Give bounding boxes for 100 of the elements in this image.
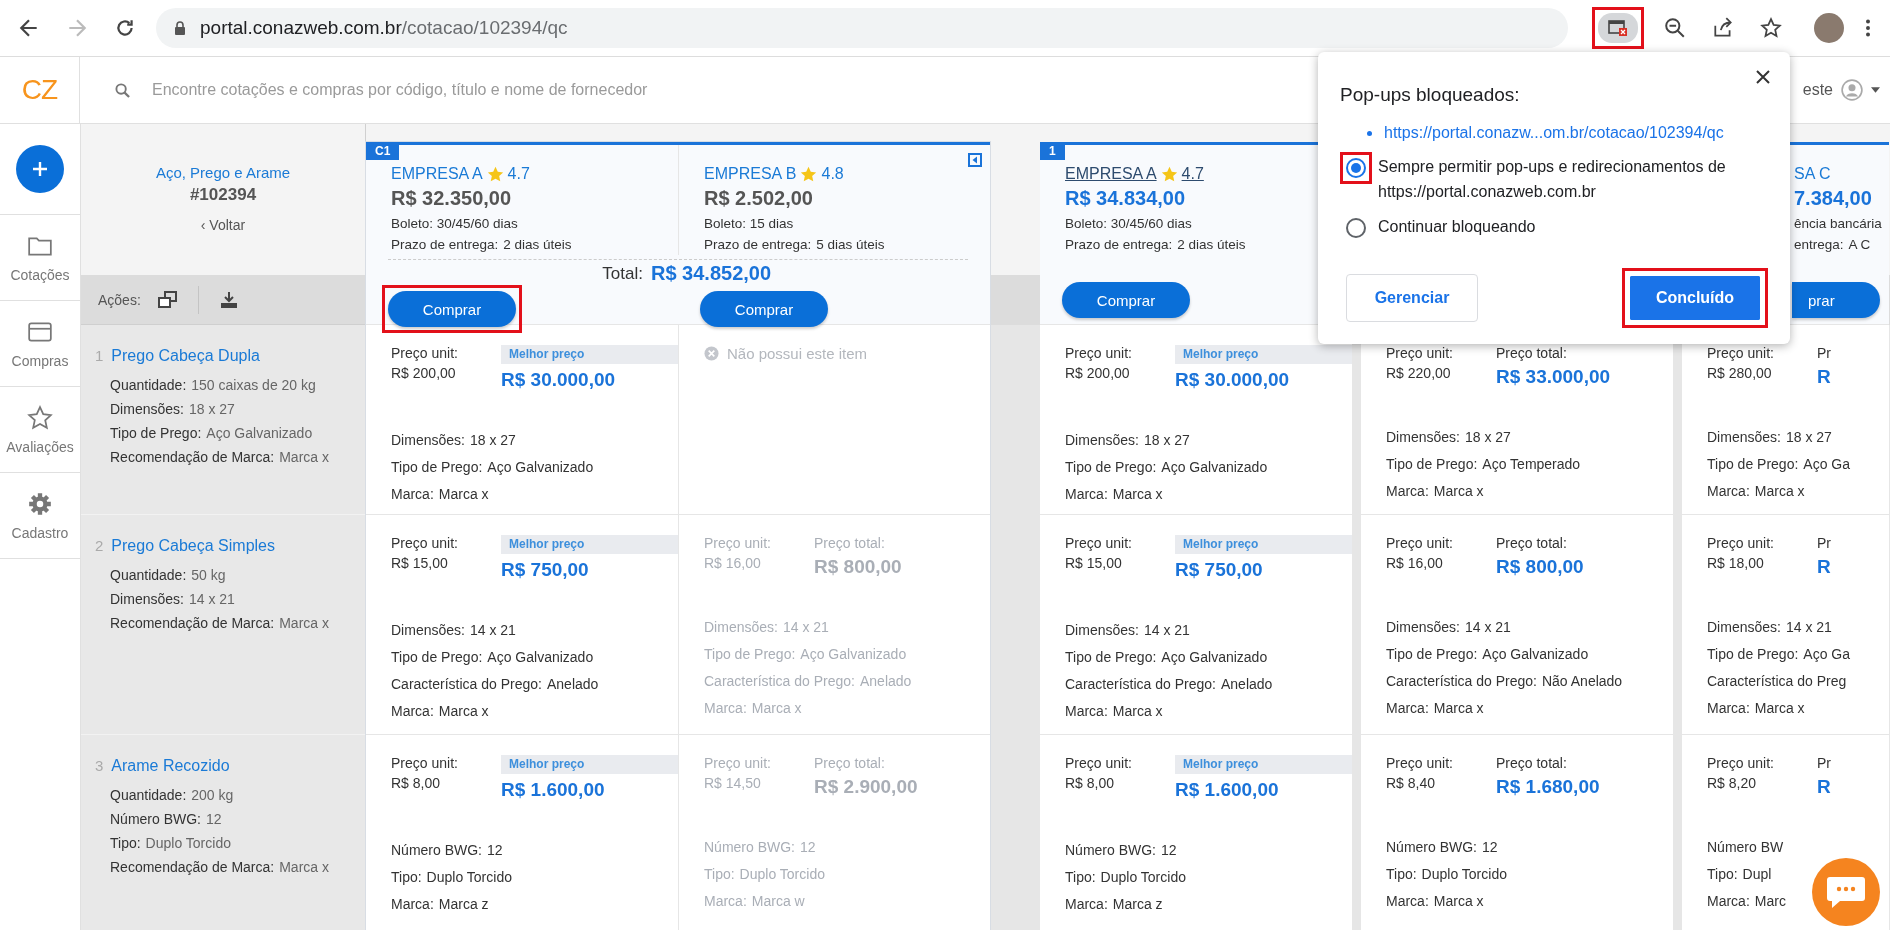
attribute-label: Característica do Prego: [391,675,542,694]
unit-price-label: Preço unit: [1386,345,1454,361]
attribute-value: Marca x [1433,482,1484,501]
share-icon[interactable] [1712,17,1734,39]
attribute-value: 14 x 21 [1143,621,1190,640]
attribute-value: Marca z [438,895,489,914]
attribute-label: Número BW [1707,838,1784,857]
buy-button[interactable]: prar [1792,282,1880,318]
bookmark-star-icon[interactable] [1760,17,1782,39]
attribute-label: Dimensões: [1386,618,1460,637]
unit-price: R$ 200,00 [391,365,457,381]
item-name[interactable]: Arame Recozido [111,757,230,775]
total-price-label: Preço total: [1496,535,1567,551]
nav-item[interactable]: Compras [0,301,80,387]
windows-icon[interactable] [157,290,178,309]
back-icon[interactable] [18,17,40,39]
nav-item[interactable]: Avaliações [0,387,80,473]
attribute-value: Aço Galvanizado [487,648,594,667]
attribute-value: 18 x 27 [1785,428,1832,447]
option-label[interactable]: Sempre permitir pop-ups e redirecionamentos de https://portal.conazweb.com.br [1378,150,1768,204]
total-price-label: Preço total: [814,535,885,551]
address-bar[interactable]: portal.conazweb.com.br/cotacao/102394/qc [156,8,1568,48]
supplier-name[interactable]: EMPRESA B [704,165,797,183]
buy-button[interactable]: Comprar [1062,282,1190,318]
unit-price-label: Preço unit: [1065,345,1133,361]
menu-icon[interactable] [1864,17,1872,39]
delivery-label: Prazo de entrega: [1065,236,1173,254]
delivery-value: 2 dias úteis [503,236,572,254]
speech-bubble-icon [1826,875,1866,909]
done-button[interactable]: Concluído [1628,274,1762,322]
delivery-value: A C [1848,236,1871,254]
caret-icon[interactable] [1871,87,1880,93]
attribute-label: Característica do Prego: [1065,675,1216,694]
total-price: R$ 800,00 [814,556,902,578]
supplier-total-price: 7.384,00 [1794,187,1872,210]
delivery-value: 5 dias úteis [816,236,885,254]
supplier-name[interactable]: EMPRESA A [391,165,483,183]
download-icon[interactable] [218,290,239,309]
attribute-label: Marca: [1707,482,1750,501]
close-icon[interactable] [1756,70,1770,84]
supplier-total-price: R$ 32.350,00 [391,187,512,210]
option-label[interactable]: Continuar bloqueando [1378,210,1536,239]
attribute-label: Tipo de Prego: [1707,455,1799,474]
item-name[interactable]: Prego Cabeça Simples [111,537,275,555]
unit-price: R$ 15,00 [1065,555,1123,571]
radio-button[interactable] [1346,218,1366,238]
total-price: R$ 30.000,00 [501,369,616,391]
attribute-value: 200 kg [191,786,234,805]
supplier-name[interactable]: EMPRESA A [1065,165,1157,183]
nav-item[interactable]: Cotações [0,215,80,301]
attribute-value: Aço Galvanizado [800,645,907,664]
item-name[interactable]: Prego Cabeça Dupla [111,347,260,365]
manage-button[interactable]: Gerenciar [1346,274,1478,322]
blocked-url-link[interactable]: https://portal.conazw...om.br/cotacao/102394/qc [1384,124,1724,142]
total-price: R$ 2.900,00 [814,776,918,798]
nav-item[interactable]: Cadastro [0,473,80,559]
attribute-label: Recomendação de Marca: [110,448,275,467]
attribute-value: Marca x [1112,702,1163,721]
zoom-out-icon[interactable] [1664,17,1686,39]
star-icon [1160,165,1178,183]
unit-price-label: Preço unit: [1707,345,1775,361]
radio-button[interactable] [1346,158,1366,178]
attribute-value: Aço Galvanizado [1161,648,1268,667]
delivery-label: entrega: [1794,236,1844,254]
attribute-label: Tipo: [1386,865,1417,884]
attribute-label: Número BWG: [1386,838,1477,857]
buy-button[interactable]: Comprar [388,291,516,327]
attribute-value: Marca x [751,699,802,718]
attribute-value: Marca x [1433,699,1484,718]
total-price-label: Preço total: [1496,345,1567,361]
attribute-value: Marca x [438,702,489,721]
rating: 4.7 [1181,165,1204,183]
attribute-label: Tipo de Prego: [110,424,202,443]
attribute-value: Anelado [859,672,912,691]
popup-blocked-button[interactable] [1598,13,1638,43]
group-badge: C1 [366,142,400,160]
attribute-label: Tipo de Prego: [1065,458,1157,477]
attribute-value: Marc [1754,892,1786,911]
collapse-icon[interactable] [968,153,982,167]
payment-terms: Boleto: 30/45/60 dias [391,215,518,233]
add-button[interactable] [16,145,64,193]
reload-icon[interactable] [114,17,136,39]
item-number: 3 [95,757,104,775]
best-price-tag: Melhor preço [1175,345,1352,364]
user-name[interactable]: este [1802,81,1833,99]
supplier-name[interactable]: SA C [1794,165,1831,183]
unit-price-label: Preço unit: [1065,755,1133,771]
attribute-label: Marca: [1386,699,1429,718]
buy-button[interactable]: Comprar [700,291,828,327]
unit-price: R$ 220,00 [1386,365,1452,381]
unit-price: R$ 8,20 [1707,775,1758,791]
payment-terms: Boleto: 30/45/60 dias [1065,215,1192,233]
attribute-value: Marca z [1112,895,1163,914]
best-price-tag: Melhor preço [1175,755,1352,774]
attribute-value: Aço Ga [1803,455,1851,474]
quote-title[interactable]: Aço, Prego e Arame [155,164,291,181]
total-price-label: Preço total: [1496,755,1567,771]
back-link[interactable]: ‹ Voltar [200,217,246,233]
profile-avatar[interactable] [1814,13,1844,43]
attribute-label: Marca: [1065,895,1108,914]
